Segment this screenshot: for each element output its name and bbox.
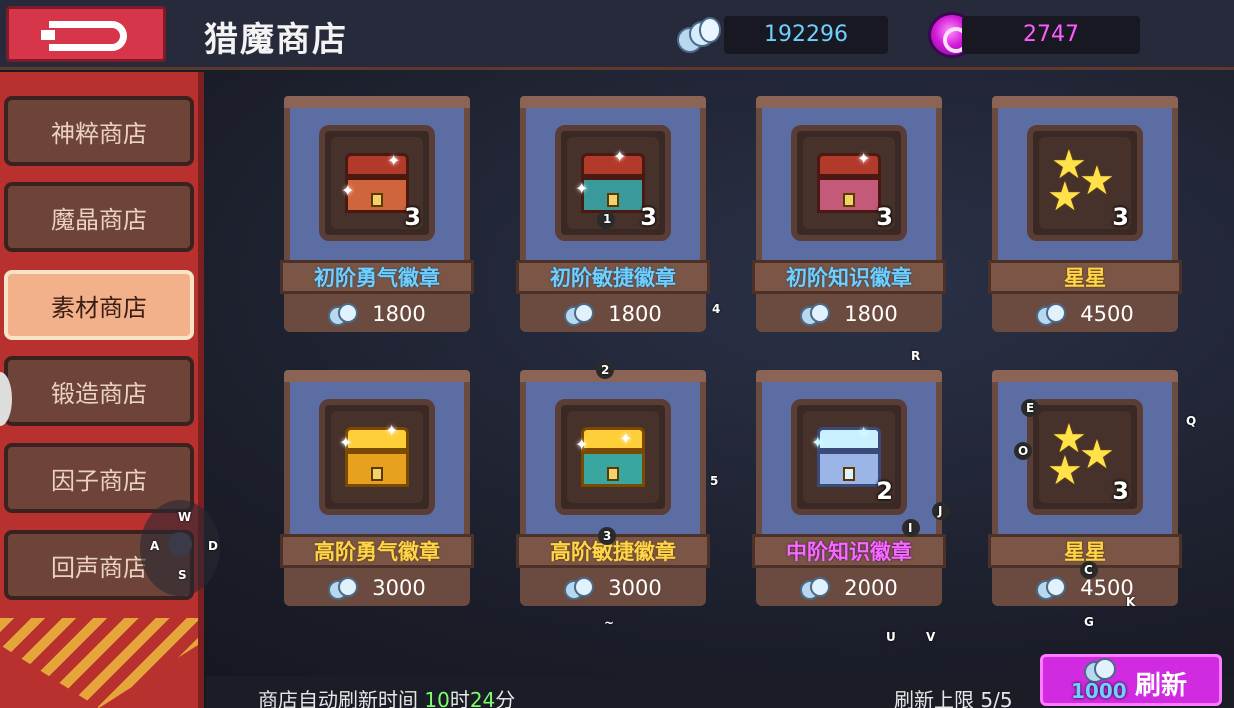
- item-count: 3: [640, 203, 657, 231]
- item-price: 1800: [756, 296, 942, 332]
- key-hint-O: O: [1018, 444, 1029, 458]
- price-value: 4500: [1080, 302, 1134, 326]
- silver-coin-icon: [1036, 577, 1067, 600]
- item-name: 中阶知识徽章: [752, 534, 946, 568]
- key-hint-2: 2: [601, 363, 610, 377]
- item-icon-frame: ✦ 3: [791, 125, 907, 241]
- key-hint-W: W: [178, 510, 192, 524]
- item-count: 3: [876, 203, 893, 231]
- silver-coin-icon: [800, 577, 831, 600]
- item-count: 3: [404, 203, 421, 231]
- refresh-button-label: 刷新: [1135, 671, 1188, 701]
- price-value: 1800: [608, 302, 662, 326]
- joystick-knob[interactable]: [168, 532, 192, 556]
- shop-item-card[interactable]: ✦ ✦ 2 中阶知识徽章 2000: [752, 370, 946, 606]
- item-price: 3000: [520, 570, 706, 606]
- gem-amount: 2747: [1023, 22, 1079, 47]
- key-hint-5: 5: [710, 474, 719, 488]
- shop-item-card[interactable]: ✦ 3 初阶知识徽章 1800: [752, 96, 946, 332]
- price-value: 1800: [372, 302, 426, 326]
- item-price: 1800: [520, 296, 706, 332]
- item-name: 初阶勇气徽章: [280, 260, 474, 294]
- price-value: 3000: [372, 576, 426, 600]
- minutes-unit: 分: [495, 688, 516, 708]
- silver-coin-icon: [800, 303, 831, 326]
- item-name: 星星: [988, 260, 1182, 294]
- silver-coin-icon: [328, 303, 359, 326]
- tab-shencui-shop[interactable]: 神粹商店: [4, 96, 194, 166]
- page-title: 猎魔商店: [204, 20, 348, 60]
- tab-duanzao-shop[interactable]: 锻造商店: [4, 356, 194, 426]
- pink-chest-icon: [817, 153, 881, 213]
- key-hint-K: K: [1126, 595, 1136, 609]
- shop-item-card[interactable]: ★ ★ ★ 3 星星 4500: [988, 96, 1182, 332]
- tab-mojing-shop[interactable]: 魔晶商店: [4, 182, 194, 252]
- gold-teal-chest-icon: [581, 427, 645, 487]
- auto-refresh-minutes: 24: [469, 688, 496, 708]
- shop-item-card[interactable]: ✦ ✦ 高阶勇气徽章 3000: [280, 370, 474, 606]
- back-arrow-icon: [41, 21, 127, 51]
- key-hint-Q: Q: [1186, 414, 1197, 428]
- item-icon-frame: ✦ ✦: [319, 399, 435, 515]
- item-icon-frame: ✦ ✦ 2: [791, 399, 907, 515]
- refresh-cost: 1000: [1071, 679, 1127, 703]
- back-button[interactable]: [6, 6, 166, 62]
- key-hint-E: E: [1026, 401, 1035, 415]
- item-icon-frame: ★ ★ ★ 3: [1027, 399, 1143, 515]
- item-name: 初阶知识徽章: [752, 260, 946, 294]
- item-name: 高阶勇气徽章: [280, 534, 474, 568]
- shop-item-card[interactable]: ✦ ✦ 高阶敏捷徽章 3000: [516, 370, 710, 606]
- item-icon-frame: ★ ★ ★ 3: [1027, 125, 1143, 241]
- price-value: 1800: [844, 302, 898, 326]
- silver-amount: 192296: [764, 22, 848, 47]
- item-icon-frame: ✦ ✦: [555, 399, 671, 515]
- hours-unit: 时: [449, 688, 470, 708]
- key-hint-J: J: [938, 504, 943, 518]
- refresh-button[interactable]: 1000 刷新: [1040, 654, 1222, 706]
- key-hint-V: V: [926, 630, 936, 644]
- auto-refresh-label: 商店自动刷新时间: [258, 688, 418, 708]
- item-icon-frame: ✦ ✦ 3: [319, 125, 435, 241]
- price-value: 2000: [844, 576, 898, 600]
- key-hint-1: 1: [603, 212, 612, 226]
- top-bar: 猎魔商店 192296 2747: [0, 0, 1234, 70]
- key-hint-S: S: [178, 568, 187, 582]
- silver-coin-icon: [1036, 303, 1067, 326]
- item-count: 3: [1112, 203, 1129, 231]
- gem-currency-display: 2747: [962, 16, 1140, 54]
- key-hint-R: R: [911, 349, 921, 363]
- silver-currency-display: 192296: [724, 16, 888, 54]
- key-hint-G: G: [1084, 615, 1094, 629]
- item-price: 2000: [756, 570, 942, 606]
- key-hint-3: 3: [603, 529, 612, 543]
- tab-sucai-shop[interactable]: 素材商店: [4, 270, 194, 340]
- key-hint-C: C: [1084, 563, 1093, 577]
- item-price: 3000: [284, 570, 470, 606]
- item-name: 初阶敏捷徽章: [516, 260, 710, 294]
- item-price: 4500: [992, 296, 1178, 332]
- silver-coin-icon: [677, 17, 721, 53]
- shop-item-card[interactable]: ✦ ✦ 3 初阶勇气徽章 1800: [280, 96, 474, 332]
- silver-chest-icon: [817, 427, 881, 487]
- item-price: 1800: [284, 296, 470, 332]
- key-hint-tilde: ~: [604, 616, 615, 630]
- gold-chest-icon: [345, 427, 409, 487]
- key-hint-D: D: [208, 539, 218, 553]
- price-value: 3000: [608, 576, 662, 600]
- silver-coin-icon: [564, 577, 595, 600]
- silver-coin-icon: [564, 303, 595, 326]
- key-hint-A: A: [150, 539, 160, 553]
- item-count: 3: [1112, 477, 1129, 505]
- key-hint-U: U: [886, 630, 896, 644]
- key-hint-I: I: [908, 521, 913, 535]
- auto-refresh-hours: 10: [424, 688, 450, 708]
- auto-refresh-timer: 商店自动刷新时间 10时24分: [258, 684, 515, 708]
- key-hint-4: 4: [712, 302, 721, 316]
- refresh-limit: 刷新上限 5/5: [894, 688, 1013, 708]
- item-count: 2: [876, 477, 893, 505]
- silver-coin-icon: [328, 577, 359, 600]
